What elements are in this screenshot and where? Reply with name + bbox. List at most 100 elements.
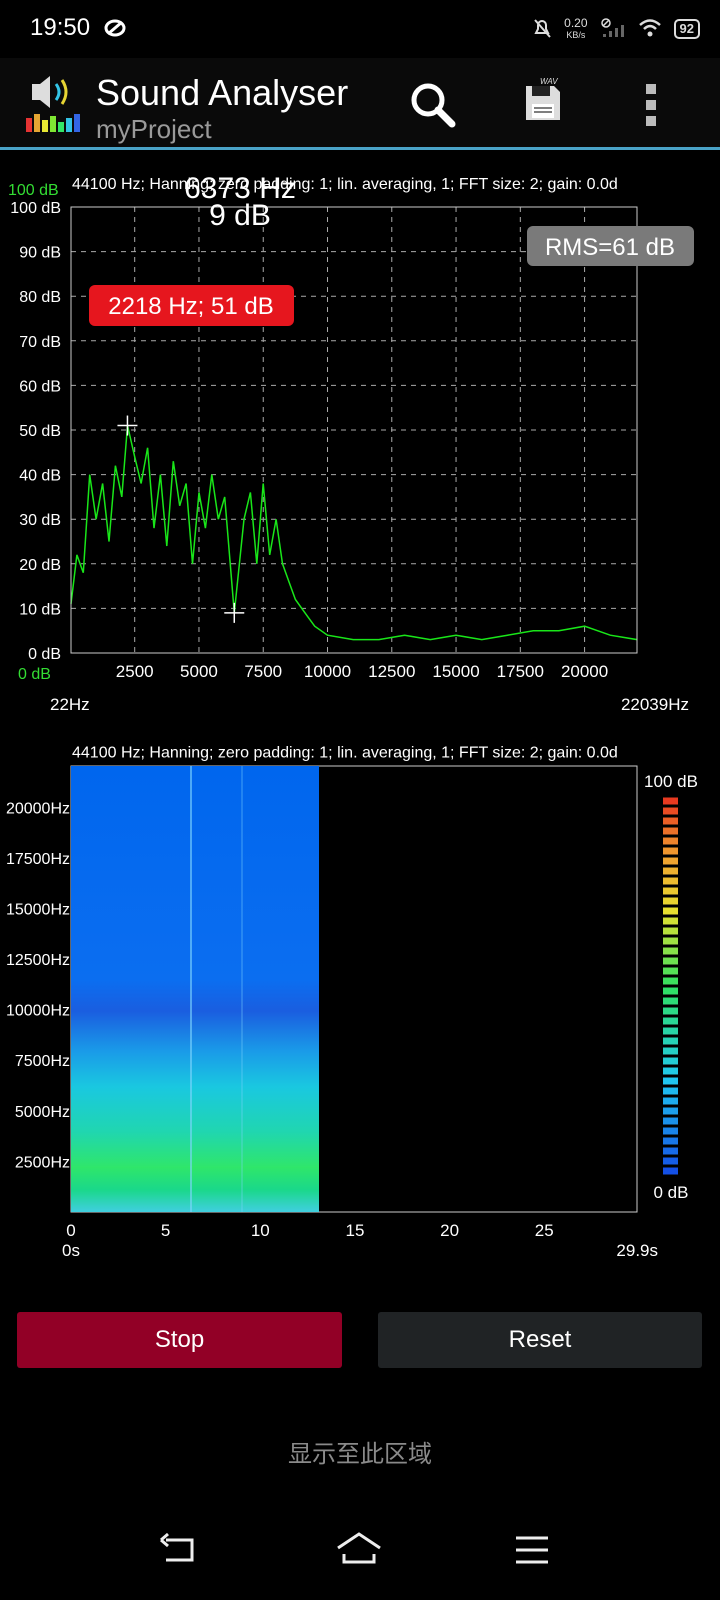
color-scale-step	[663, 1147, 678, 1155]
spectrum-y-tick-label: 40 dB	[19, 468, 61, 485]
color-scale-step	[663, 1087, 678, 1095]
spectrum-y-tick-label: 60 dB	[19, 378, 61, 395]
color-scale-top-label: 100 dB	[644, 772, 698, 791]
spectrum-y-tick-label: 80 dB	[19, 289, 61, 306]
spectrogram-y-tick-label: 17500Hz	[6, 851, 70, 868]
color-scale-step	[663, 867, 678, 875]
color-scale-step	[663, 1037, 678, 1045]
overflow-menu-button[interactable]	[640, 80, 664, 130]
spectrogram-x-tick-label: 15	[345, 1221, 364, 1240]
color-scale-step	[663, 827, 678, 835]
svg-text:WAV: WAV	[540, 78, 558, 86]
spectrogram-x-tick-label: 20	[440, 1221, 459, 1240]
spectrum-chart[interactable]: 0 dB 10 dB 20 dB 30 dB 40 dB 50 dB 60 dB 70 dB 8…	[0, 150, 720, 720]
spectrogram-x-start-label: 0s	[62, 1241, 80, 1260]
home-button[interactable]	[334, 1530, 384, 1570]
color-scale-step	[663, 877, 678, 885]
color-scale-step	[663, 1127, 678, 1135]
color-scale-step	[663, 1017, 678, 1025]
save-wav-icon: WAV	[526, 77, 560, 120]
spectrogram-x-tick-label: 0	[66, 1221, 75, 1240]
spectrogram-y-tick-label: 15000Hz	[6, 901, 70, 918]
color-scale-step	[663, 817, 678, 825]
color-scale-step	[663, 1047, 678, 1055]
spectrum-info-text: 44100 Hz; Hanning; zero padding: 1; lin.…	[72, 176, 618, 193]
color-scale-step	[663, 1077, 678, 1085]
spectrum-x-tick-label: 15000	[432, 662, 479, 681]
project-name: myProject	[96, 114, 212, 144]
spectrum-x-tick-label: 2500	[116, 662, 154, 681]
spectrum-y-tick-label: 70 dB	[19, 334, 61, 351]
status-time: 19:50	[30, 14, 91, 41]
color-scale-step	[663, 837, 678, 845]
color-scale-step	[663, 1097, 678, 1105]
spectrum-x-tick-label: 7500	[244, 662, 282, 681]
spectrum-y-ticks: 0 dB 10 dB 20 dB 30 dB 40 dB 50 dB 60 dB 70 dB 8…	[10, 200, 61, 663]
color-scale-step	[663, 1167, 678, 1175]
spectrogram-recorded-region	[71, 766, 319, 1212]
spectrogram-y-tick-label: 7500Hz	[15, 1053, 70, 1070]
spectrum-x-tick-label: 20000	[561, 662, 608, 681]
color-scale-step	[663, 957, 678, 965]
save-wav-button[interactable]: WAV	[522, 77, 570, 126]
color-scale-step	[663, 987, 678, 995]
spectrum-x-tick-label: 5000	[180, 662, 218, 681]
spectrum-y-tick-label: 0 dB	[28, 646, 61, 663]
color-scale-step	[663, 897, 678, 905]
search-button[interactable]	[408, 80, 460, 132]
back-button[interactable]	[158, 1530, 198, 1570]
spectrogram-y-tick-label: 10000Hz	[6, 1003, 70, 1020]
color-scale-bar	[663, 797, 678, 1175]
color-scale-step	[663, 917, 678, 925]
recent-apps-button[interactable]	[512, 1532, 552, 1568]
color-scale-step	[663, 1117, 678, 1125]
spectrum-x-tick-label: 10000	[304, 662, 351, 681]
spectrogram-x-tick-label: 25	[535, 1221, 554, 1240]
spectrum-y-tick-label: 90 dB	[19, 245, 61, 262]
reset-button[interactable]: Reset	[378, 1312, 702, 1368]
no-sim-signal-icon	[600, 17, 626, 42]
spectrum-y-tick-label: 30 dB	[19, 512, 61, 529]
color-scale-step	[663, 887, 678, 895]
spectrogram-y-tick-label: 20000Hz	[6, 800, 70, 817]
color-scale-step	[663, 997, 678, 1005]
peak-label-text: 2218 Hz; 51 dB	[108, 293, 273, 320]
more-vertical-icon	[646, 84, 656, 126]
spectrogram-y-tick-label: 12500Hz	[6, 952, 70, 969]
spectrum-bottom-db-label: 0 dB	[18, 666, 51, 683]
spectrum-y-tick-label: 10 dB	[19, 601, 61, 618]
color-scale-step	[663, 1107, 678, 1115]
stop-button[interactable]: Stop	[17, 1312, 342, 1368]
color-scale-step	[663, 1137, 678, 1145]
spectrum-x-tick-label: 12500	[368, 662, 415, 681]
color-scale-step	[663, 1007, 678, 1015]
app-title: Sound Analyser	[96, 72, 349, 113]
status-icons: 0.20 KB/s 92	[532, 12, 700, 46]
spectrogram-x-tick-label: 10	[251, 1221, 270, 1240]
spectrum-y-tick-label: 20 dB	[19, 557, 61, 574]
color-scale-bottom-label: 0 dB	[654, 1183, 689, 1202]
spectrum-top-db-label: 100 dB	[8, 182, 59, 199]
spectrum-series-line	[70, 425, 638, 641]
color-scale-step	[663, 807, 678, 815]
cursor-marker-cross	[224, 602, 245, 623]
spectrum-y-tick-label: 50 dB	[19, 423, 61, 440]
color-scale-step	[663, 967, 678, 975]
spectrum-grid	[71, 206, 637, 654]
spectrogram-x-tick-label: 5	[161, 1221, 170, 1240]
back-icon	[160, 1532, 194, 1562]
color-scale-step	[663, 947, 678, 955]
mute-notification-icon	[532, 17, 552, 42]
battery-level: 92	[673, 19, 700, 39]
wifi-icon	[638, 18, 662, 41]
color-scale-step	[663, 1157, 678, 1165]
spectrum-x-ticks: 2500 5000 7500 10000 12500 15000 17500 20000	[116, 662, 608, 681]
spectrogram-info-text: 44100 Hz; Hanning; zero padding: 1; lin.…	[72, 744, 618, 761]
spectrum-x-tick-label: 17500	[497, 662, 544, 681]
color-scale-step	[663, 1057, 678, 1065]
color-scale-step	[663, 907, 678, 915]
menu-icon	[516, 1536, 548, 1564]
spectrogram-chart[interactable]: 44100 Hz; Hanning; zero padding: 1; lin.…	[0, 740, 720, 1300]
color-scale-step	[663, 797, 678, 805]
spectrogram-x-end-label: 29.9s	[616, 1241, 658, 1260]
